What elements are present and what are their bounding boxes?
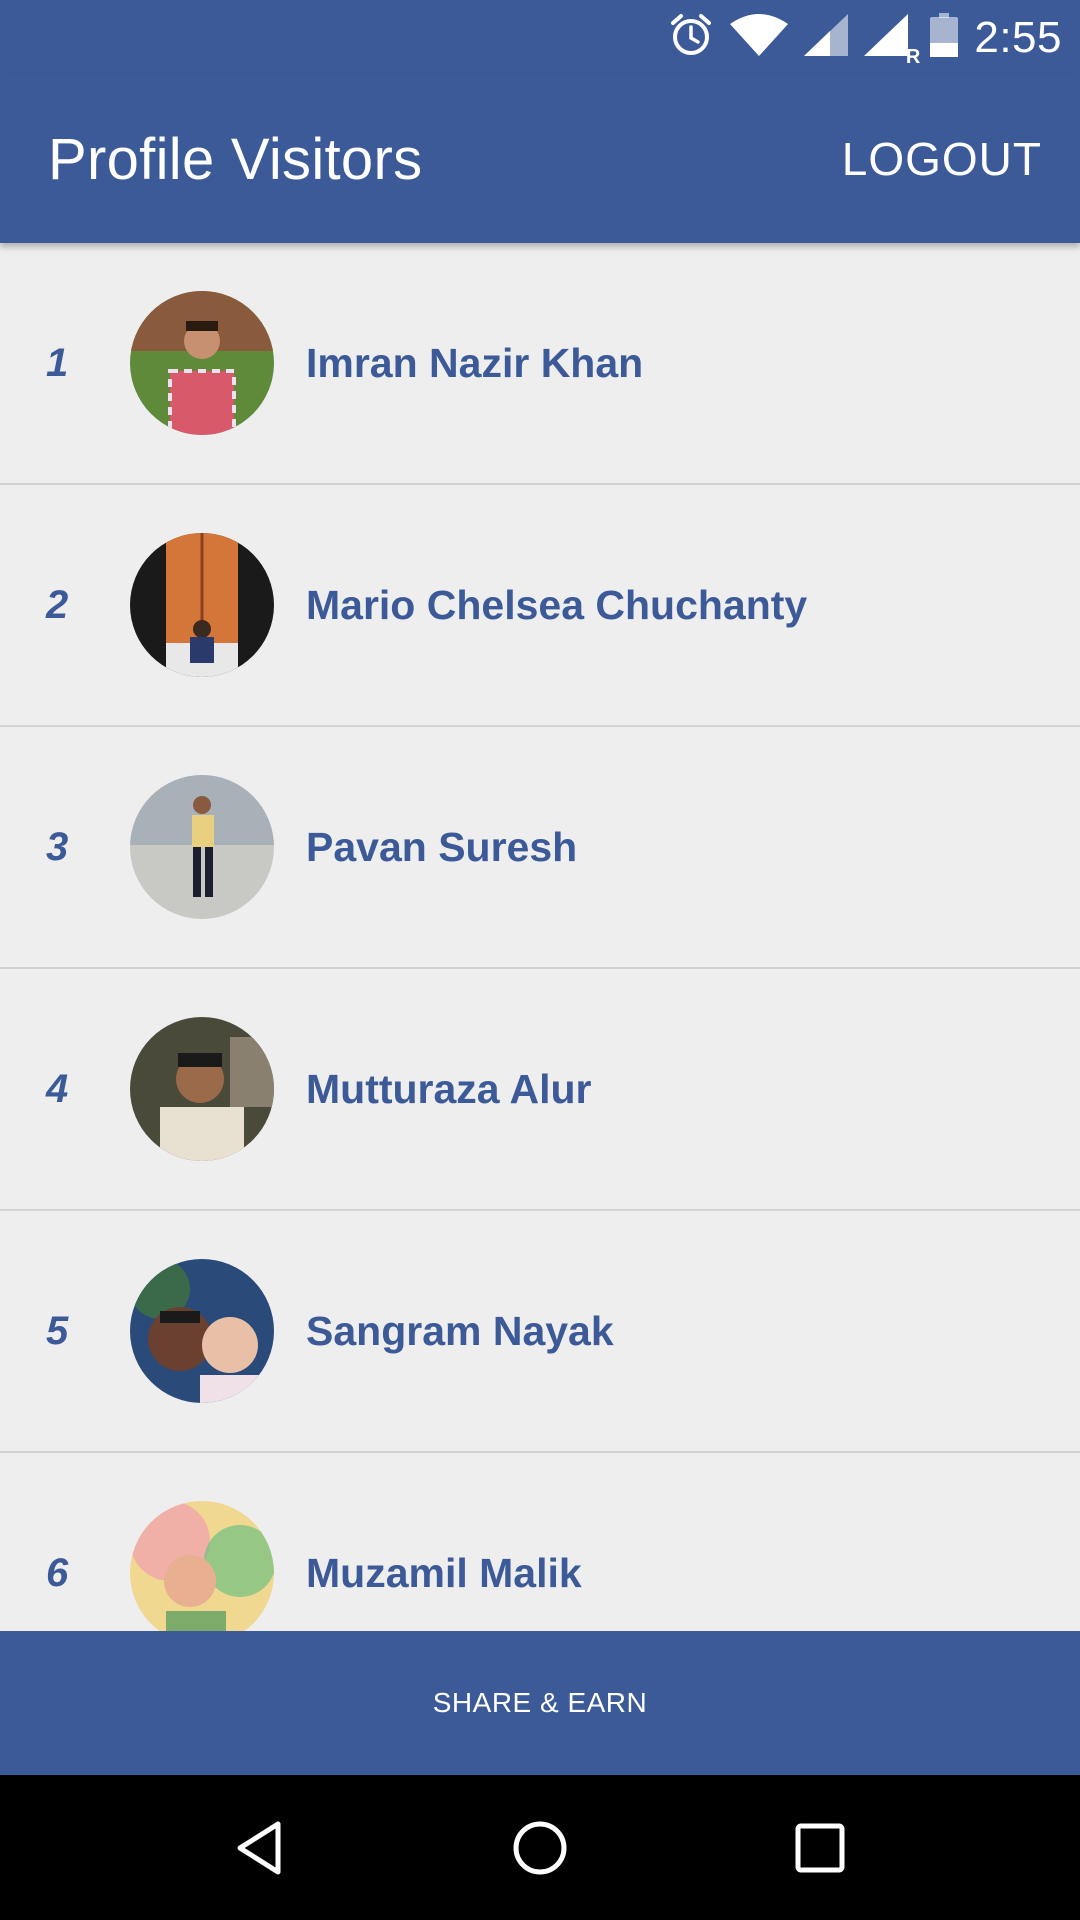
share-earn-button[interactable]: SHARE & EARN — [0, 1631, 1080, 1775]
signal-icon — [804, 14, 849, 61]
page-title: Profile Visitors — [48, 126, 423, 192]
list-item[interactable]: 3 Pavan Suresh — [0, 727, 1080, 969]
visitor-rank: 6 — [46, 1550, 69, 1595]
back-icon[interactable] — [215, 1803, 305, 1893]
avatar — [130, 1501, 274, 1631]
list-item[interactable]: 2 Mario Chelsea Chuchanty — [0, 485, 1080, 727]
visitor-rank: 1 — [46, 340, 69, 385]
visitor-name: Sangram Nayak — [306, 1307, 614, 1354]
alarm-icon — [668, 12, 714, 63]
avatar — [130, 1017, 274, 1161]
visitor-name: Mutturaza Alur — [306, 1065, 592, 1112]
visitor-rank: 2 — [46, 582, 69, 627]
system-nav-bar — [0, 1775, 1080, 1920]
visitor-name: Mario Chelsea Chuchanty — [306, 581, 808, 628]
roaming-label: R — [905, 46, 921, 68]
visitor-rank: 3 — [46, 824, 69, 869]
avatar — [130, 533, 274, 677]
visitor-name: Pavan Suresh — [306, 823, 578, 870]
app-bar: Profile Visitors LOGOUT — [0, 75, 1080, 243]
battery-icon — [930, 13, 959, 62]
avatar — [130, 775, 274, 919]
visitor-list: 1 Imran Nazir Khan 2 Mario Chelsea Chuch… — [0, 243, 1080, 1631]
status-time: 2:55 — [974, 12, 1062, 62]
list-item[interactable]: 6 Muzamil Malik — [0, 1453, 1080, 1631]
avatar — [130, 1259, 274, 1403]
visitor-rank: 4 — [46, 1066, 69, 1111]
recents-icon[interactable] — [775, 1803, 865, 1893]
list-item[interactable]: 5 Sangram Nayak — [0, 1211, 1080, 1453]
list-item[interactable]: 1 Imran Nazir Khan — [0, 243, 1080, 485]
logout-button[interactable]: LOGOUT — [842, 122, 1042, 196]
signal-roaming-icon: R — [864, 14, 920, 68]
wifi-icon — [730, 14, 789, 61]
list-item[interactable]: 4 Mutturaza Alur — [0, 969, 1080, 1211]
visitor-name: Muzamil Malik — [306, 1549, 582, 1596]
visitor-rank: 5 — [46, 1308, 69, 1353]
avatar — [130, 291, 274, 435]
visitor-name: Imran Nazir Khan — [306, 339, 644, 386]
status-bar: R 2:55 — [0, 0, 1080, 75]
share-earn-label: SHARE & EARN — [432, 1687, 648, 1718]
home-icon[interactable] — [495, 1803, 585, 1893]
